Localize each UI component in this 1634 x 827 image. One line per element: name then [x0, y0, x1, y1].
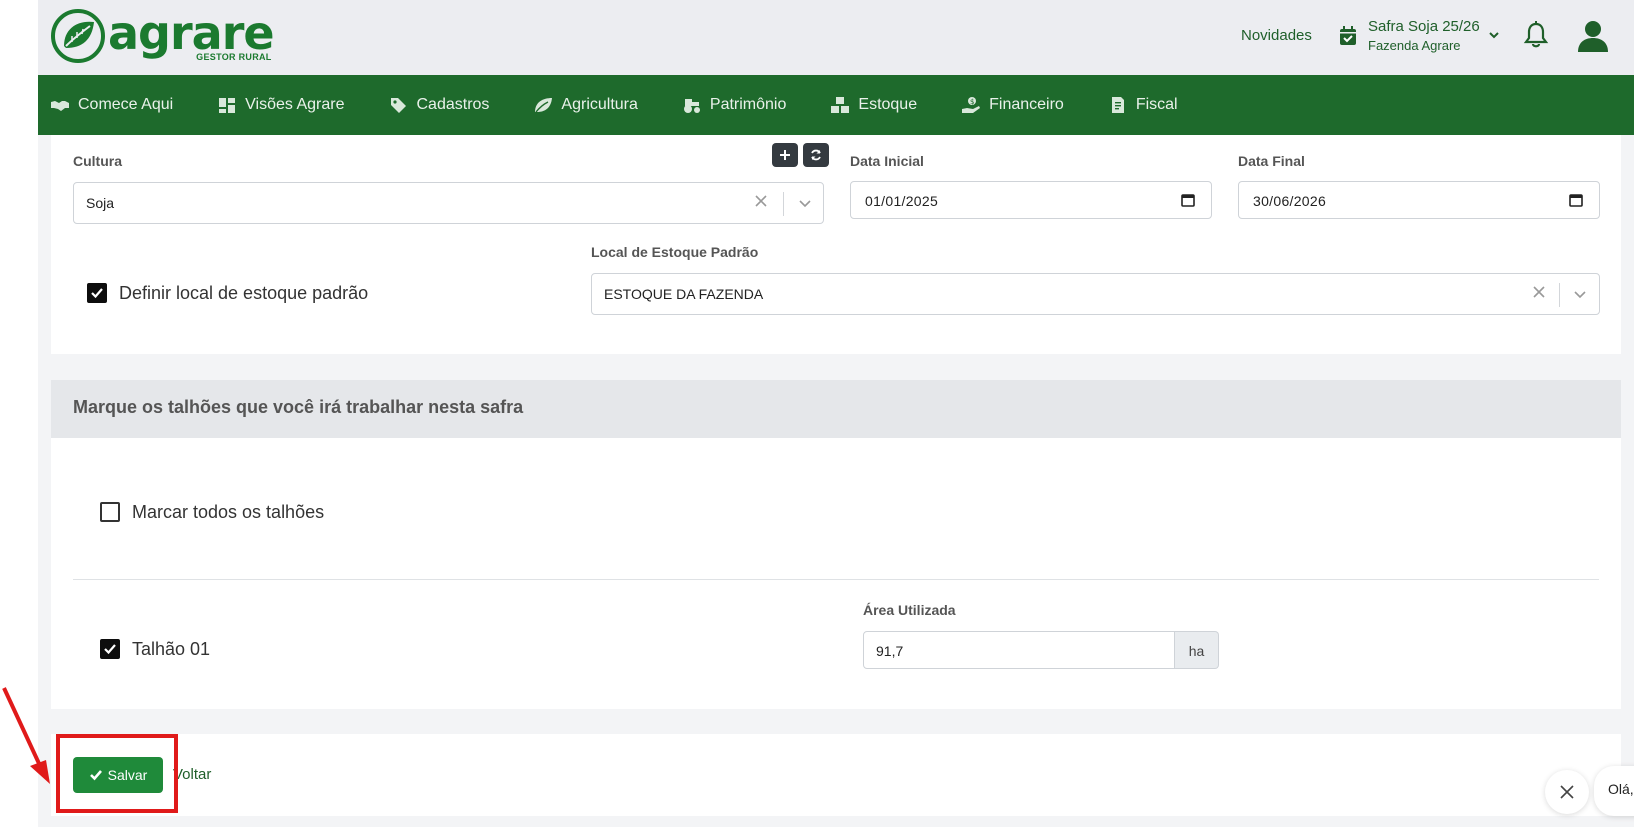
nav-label: Financeiro [989, 96, 1064, 113]
hand-dollar-icon: $ [962, 97, 981, 113]
talhoes-card-header: Marque os talhões que você irá trabalhar… [51, 380, 1621, 438]
nav-estoque[interactable]: Estoque [830, 96, 917, 114]
safra-form-card: Cultura Soja Data Inicial 01/01/2025 Dat… [51, 135, 1621, 354]
local-estoque-label: Local de Estoque Padrão [591, 244, 759, 260]
marcar-todos-label: Marcar todos os talhões [132, 502, 325, 522]
cultura-value: Soja [86, 195, 115, 211]
local-estoque-select[interactable]: ESTOQUE DA FAZENDA [591, 273, 1600, 315]
refresh-icon [811, 149, 821, 161]
talhao-checkbox[interactable] [100, 639, 120, 659]
nav-comece-aqui[interactable]: Comece Aqui [50, 96, 173, 114]
talhao-label: Talhão 01 [132, 639, 211, 659]
check-icon [91, 288, 103, 299]
talhoes-title: Marque os talhões que você irá trabalhar… [73, 397, 524, 417]
refresh-cultura-button[interactable] [803, 143, 829, 167]
clear-icon[interactable] [1532, 285, 1546, 299]
definir-local-checkbox[interactable] [87, 283, 107, 303]
area-utilizada-group: 91,7 ha [863, 631, 1219, 669]
cultura-select[interactable]: Soja [73, 182, 824, 224]
nav-financeiro[interactable]: $ Financeiro [961, 96, 1064, 114]
boxes-icon [831, 97, 850, 113]
tags-icon [390, 98, 406, 113]
invoice-icon [1111, 97, 1124, 113]
farm-name: Fazenda Agrare [1368, 38, 1461, 53]
chat-greeting-bubble[interactable]: Olá, [1594, 766, 1634, 816]
local-estoque-value: ESTOQUE DA FAZENDA [604, 286, 764, 302]
nav-patrimonio[interactable]: Patrimônio [682, 96, 786, 114]
nav-cadastros[interactable]: Cadastros [389, 96, 490, 114]
leaf-logo-icon [51, 9, 105, 63]
user-avatar-icon[interactable] [1575, 18, 1611, 54]
data-inicial-input[interactable]: 01/01/2025 [850, 181, 1212, 219]
divider [73, 579, 1599, 580]
novidades-link[interactable]: Novidades [1241, 27, 1312, 44]
nav-fiscal[interactable]: Fiscal [1108, 96, 1178, 114]
main-nav: Comece Aqui Visões Agrare Cadastros Agri… [38, 75, 1634, 135]
safra-name: Safra Soja 25/26 [1368, 18, 1480, 35]
add-cultura-button[interactable] [772, 143, 798, 167]
data-inicial-label: Data Inicial [850, 153, 924, 169]
area-utilizada-input[interactable]: 91,7 [863, 631, 1175, 669]
safra-selector[interactable]: Safra Soja 25/26 Fazenda Agrare [1338, 17, 1500, 55]
chevron-down-icon[interactable] [798, 197, 812, 211]
data-final-label: Data Final [1238, 153, 1305, 169]
nav-label: Estoque [858, 96, 918, 113]
nav-label: Patrimônio [709, 96, 787, 113]
back-link[interactable]: Voltar [173, 766, 211, 783]
app-window: agrare GESTOR RURAL Novidades Safra Soja… [38, 0, 1634, 827]
logo-subtitle: GESTOR RURAL [196, 52, 272, 62]
cultura-label: Cultura [73, 153, 122, 169]
nav-label: Visões Agrare [245, 96, 345, 113]
annotation-highlight-box [56, 734, 178, 813]
select-separator [1559, 283, 1560, 307]
nav-visoes-agrare[interactable]: Visões Agrare [217, 96, 345, 114]
close-icon [1560, 785, 1574, 799]
marcar-todos-checkbox[interactable] [100, 502, 120, 522]
nav-label: Agricultura [561, 96, 638, 113]
check-icon [104, 644, 116, 655]
data-final-input[interactable]: 30/06/2026 [1238, 181, 1600, 219]
chevron-down-icon[interactable] [1573, 288, 1587, 302]
agrare-logo[interactable]: agrare GESTOR RURAL [50, 6, 275, 64]
calendar-icon[interactable] [1181, 193, 1195, 207]
chevron-down-icon [1489, 32, 1499, 39]
data-final-value: 30/06/2026 [1253, 193, 1327, 209]
nav-agricultura[interactable]: Agricultura [533, 96, 638, 114]
calendar-icon[interactable] [1569, 193, 1583, 207]
nav-label: Cadastros [416, 96, 490, 113]
dashboard-icon [219, 98, 236, 113]
handshake-icon [51, 101, 69, 111]
logo-word: agrare [108, 6, 275, 60]
calendar-check-icon [1340, 26, 1356, 45]
leaf-icon [535, 98, 553, 113]
clear-icon[interactable] [754, 194, 768, 208]
bell-icon[interactable] [1523, 21, 1549, 49]
plus-icon [780, 150, 790, 160]
top-header: agrare GESTOR RURAL Novidades Safra Soja… [38, 0, 1634, 75]
select-separator [783, 192, 784, 216]
area-unit-addon: ha [1175, 631, 1219, 669]
chat-close-button[interactable] [1545, 770, 1589, 814]
actions-card: Salvar Voltar [51, 734, 1621, 816]
nav-label: Comece Aqui [78, 96, 174, 113]
definir-local-label: Definir local de estoque padrão [119, 283, 369, 303]
svg-text:$: $ [970, 98, 974, 106]
talhoes-card: Marque os talhões que você irá trabalhar… [51, 380, 1621, 709]
data-inicial-value: 01/01/2025 [865, 193, 939, 209]
tractor-icon [683, 99, 700, 113]
nav-label: Fiscal [1135, 96, 1178, 113]
area-utilizada-label: Área Utilizada [863, 602, 956, 618]
